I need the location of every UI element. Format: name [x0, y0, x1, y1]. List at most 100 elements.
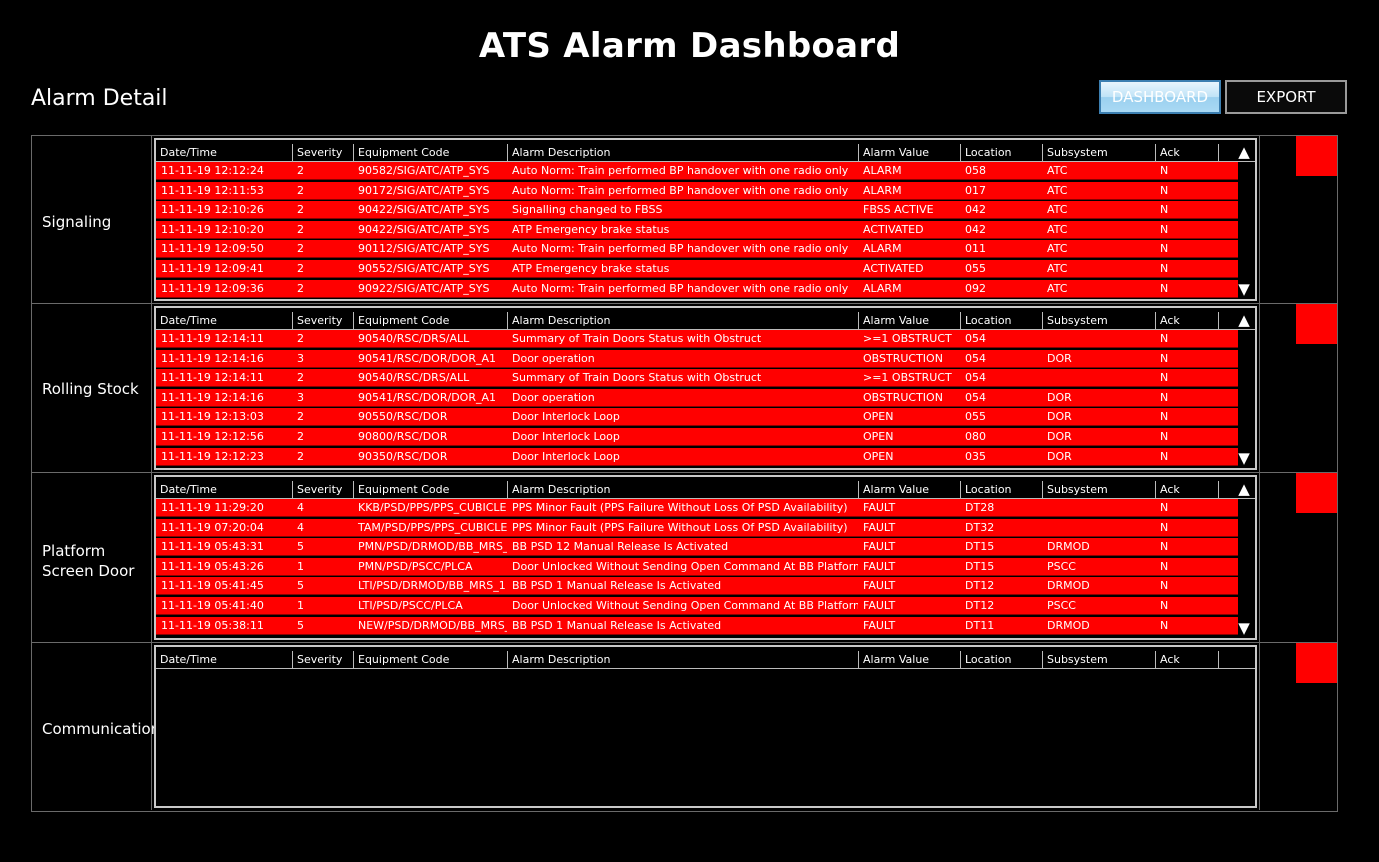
table-row[interactable]: 11-11-19 12:13:03 2 90550/RSC/DOR Door Inte…: [156, 408, 1238, 427]
column-header-alarm-value[interactable]: Alarm Value: [858, 312, 960, 329]
column-header-location[interactable]: Location: [960, 481, 1042, 498]
scroll-up-arrow-icon[interactable]: ▲: [1236, 481, 1252, 497]
alarm-grid: Signaling Date/Time Severity Equipment Code…: [31, 135, 1338, 812]
table-row[interactable]: 11-11-19 05:41:45 5 LTI/PSD/DRMOD/BB_MRS_1…: [156, 577, 1238, 596]
table-row[interactable]: 11-11-19 12:09:36 2 90922/SIG/ATC/ATP_SYS A…: [156, 279, 1238, 298]
table-row[interactable]: 11-11-19 12:10:20 2 90422/SIG/ATC/ATP_SYS A…: [156, 220, 1238, 239]
cell-alarm-description: Door operation: [512, 390, 595, 404]
cell-datetime: 11-11-19 12:14:11: [161, 371, 264, 385]
column-header-subsystem[interactable]: Subsystem: [1042, 312, 1155, 329]
column-header-alarm-value[interactable]: Alarm Value: [858, 651, 960, 668]
table-row[interactable]: 11-11-19 05:43:31 5 PMN/PSD/DRMOD/BB_MRS_ B…: [156, 538, 1238, 557]
scroll-down-arrow-icon[interactable]: ▼: [1236, 281, 1252, 297]
section-signaling: Signaling Date/Time Severity Equipment Code…: [32, 136, 1337, 304]
alarm-table[interactable]: Date/Time Severity Equipment Code Alarm Des…: [154, 475, 1257, 640]
cell-alarm-value: >=1 OBSTRUCT: [863, 332, 952, 345]
cell-alarm-description: Door Unlocked Without Sending Open Comma…: [512, 599, 858, 612]
cell-alarm-description: Auto Norm: Train performed BP handover w…: [512, 281, 849, 295]
table-row[interactable]: 11-11-19 12:10:26 2 90422/SIG/ATC/ATP_SYS S…: [156, 201, 1238, 220]
column-header-datetime[interactable]: Date/Time: [156, 312, 292, 329]
column-header-datetime[interactable]: Date/Time: [156, 481, 292, 498]
section-label: Signaling: [42, 213, 112, 231]
column-header-alarm-description[interactable]: Alarm Description: [507, 481, 858, 498]
column-header-location[interactable]: Location: [960, 312, 1042, 329]
column-header-location[interactable]: Location: [960, 651, 1042, 668]
scroll-down-arrow-icon[interactable]: ▼: [1236, 450, 1252, 466]
column-header-alarm-value[interactable]: Alarm Value: [858, 481, 960, 498]
scroll-down-arrow-icon[interactable]: ▼: [1236, 620, 1252, 636]
export-button[interactable]: EXPORT: [1225, 80, 1347, 114]
cell-severity: 5: [297, 579, 304, 593]
column-header-subsystem[interactable]: Subsystem: [1042, 481, 1155, 498]
table-row[interactable]: 11-11-19 12:14:16 3 90541/RSC/DOR/DOR_A1 Do…: [156, 349, 1238, 368]
column-header-severity[interactable]: Severity: [292, 144, 353, 161]
table-row[interactable]: 11-11-19 12:14:16 3 90541/RSC/DOR/DOR_A1 Do…: [156, 388, 1238, 407]
dashboard-button[interactable]: DASHBOARD: [1099, 80, 1221, 114]
table-row[interactable]: 11-11-19 07:20:04 4 TAM/PSD/PPS/PPS_CUBICL…: [156, 518, 1238, 537]
cell-alarm-description: BB PSD 1 Manual Release Is Activated: [512, 579, 722, 593]
cell-subsystem: DOR: [1047, 449, 1072, 463]
cell-ack: N: [1160, 501, 1169, 514]
cell-location: 092: [965, 281, 986, 295]
cell-datetime: 11-11-19 12:10:20: [161, 222, 264, 236]
column-header-ack[interactable]: Ack: [1155, 651, 1218, 668]
cell-severity: 2: [297, 203, 304, 217]
table-row[interactable]: 11-11-19 12:12:23 2 90350/RSC/DOR Door Inte…: [156, 447, 1238, 466]
alarm-table[interactable]: Date/Time Severity Equipment Code Alarm Des…: [154, 138, 1257, 301]
cell-severity: 2: [297, 410, 304, 424]
column-divider: [1218, 481, 1219, 498]
cell-severity: 2: [297, 430, 304, 443]
table-row[interactable]: 11-11-19 05:41:40 1 LTI/PSD/PSCC/PLCA Door …: [156, 597, 1238, 615]
cell-ack: N: [1160, 410, 1169, 424]
column-header-equipment-code[interactable]: Equipment Code: [353, 144, 507, 161]
cell-alarm-description: Signalling changed to FBSS: [512, 203, 663, 217]
table-row[interactable]: 11-11-19 12:12:56 2 90800/RSC/DOR Door Inte…: [156, 428, 1238, 446]
table-row[interactable]: 11-11-19 12:12:24 2 90582/SIG/ATC/ATP_SYS A…: [156, 162, 1238, 180]
alarm-table[interactable]: Date/Time Severity Equipment Code Alarm Des…: [154, 645, 1257, 808]
column-header-equipment-code[interactable]: Equipment Code: [353, 481, 507, 498]
cell-equipment-code: 90800/RSC/DOR: [358, 430, 448, 443]
cell-equipment-code: NEW/PSD/DRMOD/BB_MRS_: [358, 618, 507, 632]
section-platform-screen-door: Platform Screen Door Date/Time Severity Equ…: [32, 473, 1337, 643]
column-header-alarm-value[interactable]: Alarm Value: [858, 144, 960, 161]
table-row[interactable]: 11-11-19 05:43:26 1 PMN/PSD/PSCC/PLCA Door …: [156, 557, 1238, 576]
column-header-severity[interactable]: Severity: [292, 312, 353, 329]
cell-subsystem: PSCC: [1047, 559, 1076, 573]
cell-ack: N: [1160, 281, 1169, 295]
cell-location: 042: [965, 222, 986, 236]
table-row[interactable]: 11-11-19 12:11:53 2 90172/SIG/ATC/ATP_SYS A…: [156, 181, 1238, 200]
alarm-table[interactable]: Date/Time Severity Equipment Code Alarm Des…: [154, 306, 1257, 470]
column-header-alarm-description[interactable]: Alarm Description: [507, 651, 858, 668]
column-header-ack[interactable]: Ack: [1155, 481, 1218, 498]
cell-location: DT11: [965, 618, 995, 632]
table-row[interactable]: 11-11-19 12:09:41 2 90552/SIG/ATC/ATP_SYS A…: [156, 260, 1238, 278]
table-row[interactable]: 11-11-19 12:14:11 2 90540/RSC/DRS/ALL Summa…: [156, 330, 1238, 348]
cell-ack: N: [1160, 540, 1169, 554]
table-row[interactable]: 11-11-19 12:09:50 2 90112/SIG/ATC/ATP_SYS A…: [156, 240, 1238, 259]
cell-subsystem: [1042, 519, 1155, 537]
column-header-ack[interactable]: Ack: [1155, 144, 1218, 161]
column-header-datetime[interactable]: Date/Time: [156, 144, 292, 161]
column-header-equipment-code[interactable]: Equipment Code: [353, 651, 507, 668]
cell-equipment-code: PMN/PSD/DRMOD/BB_MRS_: [358, 540, 507, 554]
cell-datetime: 11-11-19 12:14:11: [161, 332, 264, 345]
column-header-location[interactable]: Location: [960, 144, 1042, 161]
scroll-up-arrow-icon[interactable]: ▲: [1236, 312, 1252, 328]
column-header-subsystem[interactable]: Subsystem: [1042, 651, 1155, 668]
column-header-alarm-description[interactable]: Alarm Description: [507, 144, 858, 161]
column-header-subsystem[interactable]: Subsystem: [1042, 144, 1155, 161]
table-row[interactable]: 11-11-19 11:29:20 4 KKB/PSD/PPS/PPS_CUBICL…: [156, 499, 1238, 517]
column-header-equipment-code[interactable]: Equipment Code: [353, 312, 507, 329]
cell-ack: N: [1160, 390, 1169, 404]
cell-ack: N: [1160, 222, 1169, 236]
column-header-ack[interactable]: Ack: [1155, 312, 1218, 329]
column-header-datetime[interactable]: Date/Time: [156, 651, 292, 668]
table-row[interactable]: 11-11-19 12:14:11 2 90540/RSC/DRS/ALL Summa…: [156, 369, 1238, 388]
table-row[interactable]: 11-11-19 05:38:11 5 NEW/PSD/DRMOD/BB_MRS_ B…: [156, 616, 1238, 635]
column-header-alarm-description[interactable]: Alarm Description: [507, 312, 858, 329]
cell-alarm-description: PPS Minor Fault (PPS Failure Without Los…: [512, 501, 848, 514]
column-header-severity[interactable]: Severity: [292, 481, 353, 498]
cell-severity: 2: [297, 281, 304, 295]
scroll-up-arrow-icon[interactable]: ▲: [1236, 144, 1252, 160]
column-header-severity[interactable]: Severity: [292, 651, 353, 668]
